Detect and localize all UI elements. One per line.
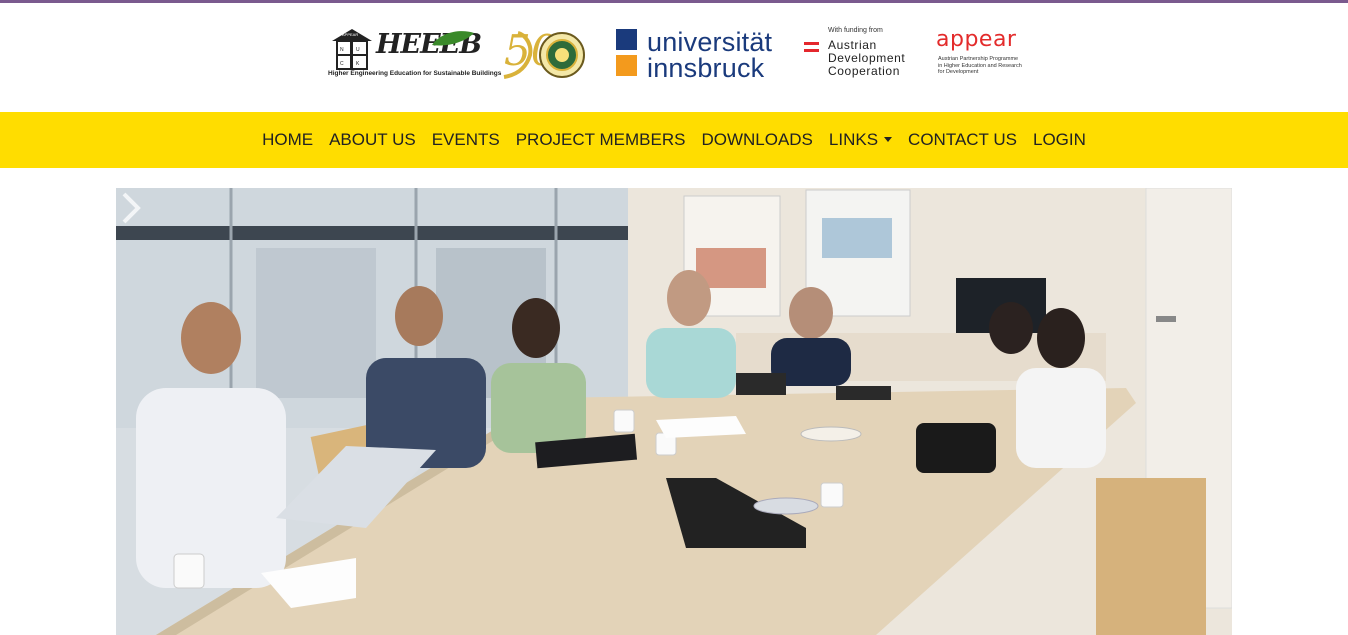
uibk-logo[interactable]: universität innsbruck [616,27,788,83]
nav-login[interactable]: LOGIN [1025,130,1094,150]
anniversary-50-logo[interactable]: 50 [496,25,588,83]
uibk-square-orange [616,55,637,76]
appear-logo[interactable]: appear Austrian Partnership Programme in… [936,29,1032,81]
svg-text:U: U [356,47,360,53]
uibk-square-blue [616,29,637,50]
appear-wordmark: appear [936,27,1017,52]
nav-downloads[interactable]: DOWNLOADS [693,130,820,150]
appear-line3: for Development [938,69,979,75]
austria-flag-icon [804,42,819,52]
svg-text:C: C [340,61,344,67]
caret-down-icon [884,137,893,142]
adc-logo[interactable]: With funding from Austrian Development C… [804,27,920,83]
svg-text:N: N [340,47,344,53]
hero-carousel[interactable] [116,188,1232,635]
meeting-photo [116,188,1232,635]
main-navbar: HOME ABOUT US EVENTS PROJECT MEMBERS DOW… [0,112,1348,168]
nav-home[interactable]: HOME [254,130,321,150]
main-nav: HOME ABOUT US EVENTS PROJECT MEMBERS DOW… [0,112,1348,168]
nav-about-us[interactable]: ABOUT US [321,130,424,150]
anniversary-emblem-icon: 50 [503,26,585,79]
heeeb-logo[interactable]: N U C K APPEAR HEEEB Higher Engineering … [328,27,501,79]
chevron-right-icon[interactable] [116,188,146,228]
heeeb-tagline: Higher Engineering Education for Sustain… [328,70,502,77]
nav-links-dropdown[interactable]: LINKS [821,130,900,150]
nav-links-label: LINKS [828,130,879,149]
nav-contact-us[interactable]: CONTACT US [900,130,1025,150]
appear-tagline: Austrian Partnership Programme in Higher… [938,56,1030,76]
nav-project-members[interactable]: PROJECT MEMBERS [508,130,694,150]
leaf-icon [432,31,474,46]
nav-events[interactable]: EVENTS [424,130,508,150]
adc-name: Austrian Development Cooperation [828,39,905,78]
adc-funding-label: With funding from [828,27,883,34]
appear-line1: Austrian Partnership Programme [938,56,1019,62]
heeeb-house-text: APPEAR [342,32,359,37]
uibk-line2: innsbruck [647,53,765,83]
logo-banner: N U C K APPEAR HEEEB Higher Engineering … [0,3,1348,112]
uibk-line1: universität [647,27,773,57]
adc-line3: Cooperation [828,64,900,78]
